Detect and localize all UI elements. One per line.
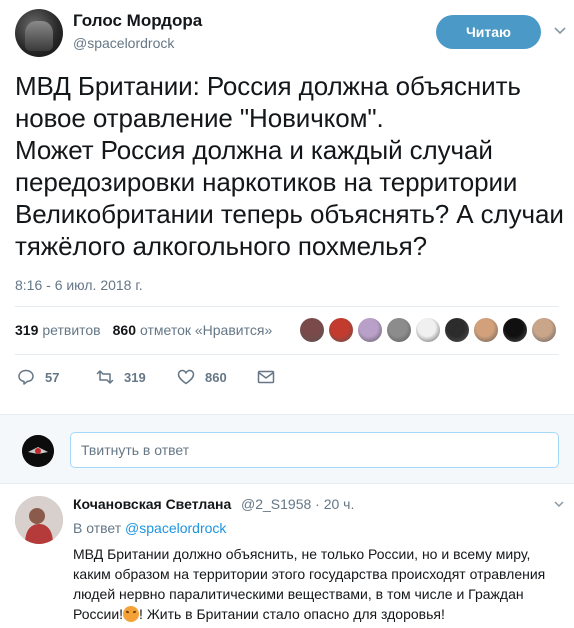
angry-face-emoji-icon — [123, 606, 140, 622]
reply-tweet: Кочановская Светлана @2_S1958 · 20 ч. В … — [0, 484, 574, 628]
author-screen-name[interactable]: @spacelordrock — [73, 35, 174, 51]
liker-avatar-3[interactable] — [358, 318, 382, 342]
reply-text: МВД Британии должно объяснить, не только… — [73, 544, 563, 624]
following-button[interactable]: Читаю — [436, 15, 541, 49]
liker-avatar-4[interactable] — [387, 318, 411, 342]
author-display-name[interactable]: Голос Мордора — [73, 11, 202, 31]
like-count: 860 — [205, 369, 227, 385]
chevron-down-icon[interactable] — [553, 498, 565, 510]
retweets-label[interactable]: ретвитов — [42, 322, 100, 338]
retweet-count: 319 — [124, 369, 146, 385]
reply-author-name[interactable]: Кочановская Светлана — [73, 496, 231, 512]
reply-text-part-2: ! Жить в Британии стало опасно для здоро… — [139, 606, 445, 622]
likes-count[interactable]: 860 — [113, 322, 136, 338]
liker-avatar-7[interactable] — [474, 318, 498, 342]
retweets-count[interactable]: 319 — [15, 322, 38, 338]
reply-icon — [18, 369, 34, 385]
liker-avatar-9[interactable] — [532, 318, 556, 342]
tweet-actions: 57 319 860 — [0, 366, 574, 388]
direct-message-action[interactable] — [257, 366, 275, 388]
divider — [15, 354, 559, 355]
current-user-avatar — [22, 435, 54, 467]
liker-avatar-6[interactable] — [445, 318, 469, 342]
tweet-stats: 319 ретвитов 860 отметок «Нравится» — [15, 320, 272, 340]
in-reply-prefix: В ответ — [73, 520, 122, 536]
envelope-icon — [257, 370, 275, 384]
reply-composer — [0, 414, 574, 484]
liker-avatar-8[interactable] — [503, 318, 527, 342]
like-action[interactable]: 860 — [177, 366, 227, 388]
in-reply-to: В ответ @spacelordrock — [73, 520, 226, 536]
retweet-icon — [96, 370, 114, 384]
liker-avatar-1[interactable] — [300, 318, 324, 342]
reply-author-handle[interactable]: @2_S1958 · 20 ч. — [241, 496, 354, 512]
reply-author-avatar[interactable] — [15, 496, 63, 544]
chevron-down-icon[interactable] — [553, 23, 567, 37]
author-avatar[interactable] — [15, 9, 63, 57]
reply-count: 57 — [45, 369, 60, 385]
likes-label[interactable]: отметок «Нравится» — [140, 322, 272, 338]
reply-action[interactable]: 57 — [17, 366, 59, 388]
reply-input[interactable] — [70, 432, 559, 468]
liker-avatar-5[interactable] — [416, 318, 440, 342]
heart-icon — [177, 369, 195, 385]
tweet-header: Голос Мордора @spacelordrock Читаю — [0, 0, 574, 64]
tweet-timestamp[interactable]: 8:16 - 6 июл. 2018 г. — [15, 277, 143, 293]
liker-avatar-2[interactable] — [329, 318, 353, 342]
retweet-action[interactable]: 319 — [96, 366, 146, 388]
tweet-text: МВД Британии: Россия должна объяснить но… — [15, 71, 564, 261]
in-reply-handle-link[interactable]: @spacelordrock — [125, 520, 226, 536]
divider — [15, 306, 559, 307]
